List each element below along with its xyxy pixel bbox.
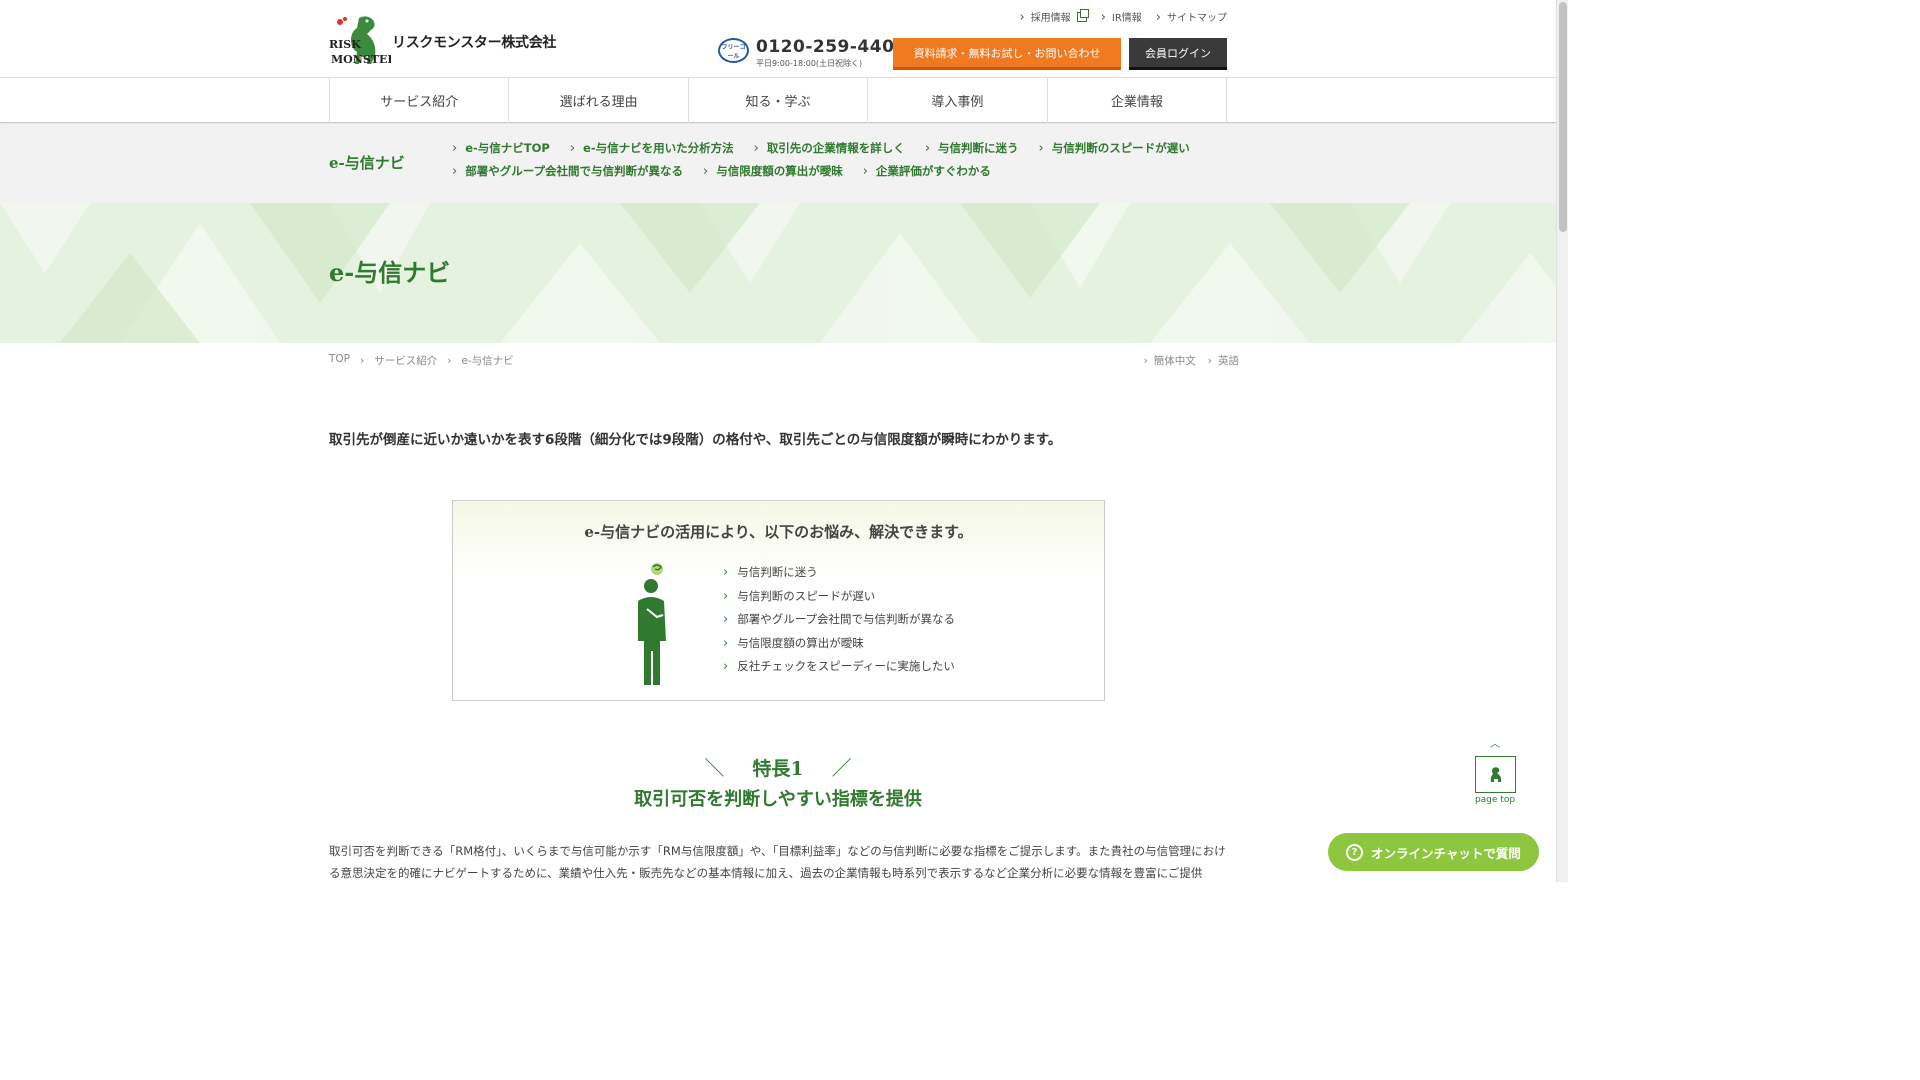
question-icon: ? bbox=[1346, 843, 1364, 861]
breadcrumb: TOP サービス紹介 e-与信ナビ bbox=[329, 353, 514, 368]
subnav-link[interactable]: 与信判断に迷う bbox=[925, 140, 1019, 156]
top-link-ir[interactable]: IR情報 bbox=[1101, 9, 1142, 25]
breadcrumb-item-services[interactable]: サービス紹介 bbox=[360, 353, 437, 368]
lang-chinese-link[interactable]: 簡体中文 bbox=[1144, 353, 1196, 368]
chat-button-label: オンラインチャットで質問 bbox=[1371, 845, 1521, 861]
subnav-link[interactable]: 部署やグループ会社間で与信判断が異なる bbox=[452, 163, 683, 179]
problems-title: e-与信ナビの活用により、以下のお悩み、解決できます。 bbox=[584, 523, 973, 541]
subnav-link[interactable]: 取引先の企業情報を詳しく bbox=[754, 140, 905, 156]
triangle-pattern-background bbox=[0, 203, 1556, 343]
phone-number[interactable]: 0120-259-440 bbox=[756, 37, 894, 57]
breadcrumb-item-top[interactable]: TOP bbox=[329, 353, 350, 368]
subnav-link[interactable]: e-与信ナビを用いた分析方法 bbox=[570, 140, 734, 156]
problem-item: 部署やグループ会社間で与信判断が異なる bbox=[723, 611, 955, 635]
freecall-icon: フリーコール bbox=[718, 38, 749, 63]
external-link-icon bbox=[1076, 9, 1089, 22]
decor-slash-left: ＼ bbox=[704, 756, 725, 780]
phone-contact: フリーコール 0120-259-440 平日9:00-18:00(土日祝除く) bbox=[718, 37, 894, 71]
feature-body: 取引可否を判断できる「RM格付」、いくらまで与信可能か示す「RM与信限度額」や、… bbox=[329, 844, 1226, 880]
site-logo[interactable]: RISK MONSTER リスクモンスター株式会社 bbox=[329, 14, 569, 66]
problems-list: 与信判断に迷う 与信判断のスピードが遅い 部署やグループ会社間で与信判断が異なる… bbox=[723, 564, 955, 682]
page-scrollbar[interactable] bbox=[1556, 0, 1568, 882]
svg-text:MONSTER: MONSTER bbox=[331, 53, 391, 66]
chevron-up-icon: ︿ bbox=[1490, 739, 1500, 750]
nav-item-services[interactable]: サービス紹介 bbox=[330, 78, 510, 123]
subnav-link[interactable]: 与信限度額の算出が曖昧 bbox=[703, 163, 843, 179]
nav-item-reasons[interactable]: 選ばれる理由 bbox=[509, 78, 689, 123]
subnav-link[interactable]: 与信判断のスピードが遅い bbox=[1039, 140, 1190, 156]
nav-item-company[interactable]: 企業情報 bbox=[1048, 78, 1228, 123]
page-title: e-与信ナビ bbox=[329, 258, 451, 287]
subnav-title: e-与信ナビ bbox=[329, 154, 405, 172]
problem-item: 与信限度額の算出が曖昧 bbox=[723, 635, 955, 659]
dinosaur-icon bbox=[1490, 766, 1502, 782]
phone-hours: 平日9:00-18:00(土日祝除く) bbox=[756, 59, 863, 68]
company-name: リスクモンスター株式会社 bbox=[392, 35, 557, 51]
nav-item-cases[interactable]: 導入事例 bbox=[868, 78, 1048, 123]
lang-english-link[interactable]: 英語 bbox=[1208, 353, 1239, 368]
svg-text:RISK: RISK bbox=[329, 38, 361, 51]
member-login-button[interactable]: 会員ログイン bbox=[1129, 38, 1227, 70]
product-subnav: e-与信ナビ e-与信ナビTOP e-与信ナビを用いた分析方法 取引先の企業情報… bbox=[0, 124, 1556, 203]
decor-slash-right: ／ bbox=[831, 756, 852, 780]
problems-box: e-与信ナビの活用により、以下のお悩み、解決できます。 与信判断に迷う 与信判断… bbox=[452, 500, 1105, 701]
dinosaur-logo-icon: RISK MONSTER bbox=[329, 16, 397, 66]
feature-title: 取引可否を判断しやすい指標を提供 bbox=[634, 789, 922, 810]
worried-person-icon bbox=[638, 563, 666, 685]
lead-text: 取引先が倒産に近いか遠いかを表す6段階（細分化では9段階）の格付や、取引先ごとの… bbox=[329, 432, 1062, 448]
site-header: RISK MONSTER リスクモンスター株式会社 採用情報 IR情報 サイトマ… bbox=[0, 0, 1556, 78]
page-hero: e-与信ナビ bbox=[0, 203, 1556, 343]
page-top-button[interactable]: ︿ page top bbox=[1474, 738, 1516, 810]
top-links: 採用情報 IR情報 サイトマップ bbox=[1019, 9, 1227, 25]
subnav-link[interactable]: e-与信ナビTOP bbox=[452, 140, 550, 156]
problem-item: 与信判断のスピードが遅い bbox=[723, 588, 955, 612]
nav-item-learn[interactable]: 知る・学ぶ bbox=[689, 78, 869, 123]
scrollbar-thumb[interactable] bbox=[1559, 2, 1567, 232]
language-switch: 簡体中文 英語 bbox=[1144, 353, 1239, 368]
top-link-sitemap[interactable]: サイトマップ bbox=[1156, 9, 1227, 25]
contact-button[interactable]: 資料請求・無料お試し・お問い合わせ bbox=[893, 38, 1121, 70]
global-nav: サービス紹介 選ばれる理由 知る・学ぶ 導入事例 企業情報 bbox=[0, 78, 1556, 123]
feature-number: 特長1 bbox=[752, 758, 804, 780]
top-link-recruit[interactable]: 採用情報 bbox=[1019, 9, 1089, 25]
breadcrumb-item-current: e-与信ナビ bbox=[447, 353, 513, 368]
problem-item: 与信判断に迷う bbox=[723, 564, 955, 588]
problem-item: 反社チェックをスピーディーに実施したい bbox=[723, 658, 955, 682]
online-chat-button[interactable]: ? オンラインチャットで質問 bbox=[1328, 833, 1539, 871]
feature-label: ＼ 特長1 ／ bbox=[0, 752, 1556, 781]
page-top-box[interactable] bbox=[1474, 756, 1516, 793]
page-top-label: page top bbox=[1474, 795, 1516, 805]
subnav-link[interactable]: 企業評価がすぐわかる bbox=[863, 163, 991, 179]
